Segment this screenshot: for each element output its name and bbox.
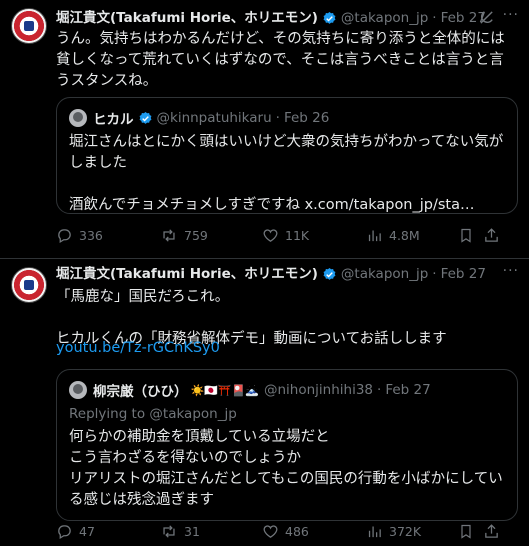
like-icon	[263, 525, 278, 538]
quoted-timestamp: Feb 27	[385, 382, 431, 398]
avatar[interactable]	[11, 8, 47, 44]
tweet-link[interactable]: youtu.be/Tz-rGCnKSy0	[56, 338, 518, 359]
quoted-author-handle: @kinnpatuhikaru	[156, 110, 272, 126]
more-icon[interactable]: ···	[503, 263, 519, 279]
action-bar: 47 31 486 372K	[56, 523, 518, 541]
separator: ·	[377, 382, 382, 398]
share-icon[interactable]	[483, 227, 500, 244]
author-handle[interactable]: @takapon_jp	[341, 9, 428, 27]
views-button[interactable]: 4.8M	[366, 227, 420, 244]
views-icon	[368, 230, 381, 242]
tweet-text: うん。気持ちはわかるんだけど、その気持ちに寄り添うと全体的には貧しくなって荒れて…	[56, 31, 505, 89]
quoted-tweet[interactable]: 柳宗厳（ひひ） ☀️🇯🇵⛩️🎴🗻 @nihonjinhihi38 · Feb 2…	[56, 369, 518, 521]
like-button[interactable]: 11K	[262, 227, 309, 244]
repost-count: 31	[184, 524, 200, 539]
quoted-avatar	[69, 109, 87, 127]
reply-button[interactable]: 47	[56, 523, 95, 540]
separator: ·	[432, 10, 437, 26]
action-bar: 336 759 11K 4.8M	[56, 227, 518, 245]
view-count: 372K	[389, 524, 422, 539]
quoted-timestamp: Feb 26	[283, 110, 330, 126]
quoted-text: 何らかの補助金を頂戴している立場だと こう言わざるを得ないのでしょうか リアリス…	[69, 429, 503, 508]
reply-count: 47	[79, 524, 95, 539]
bookmark-icon[interactable]	[458, 227, 474, 244]
timestamp[interactable]: Feb 27	[441, 265, 486, 283]
author-name[interactable]: 堀江貴文(Takafumi Horie、ホリエモン)	[56, 265, 318, 283]
quoted-text: 堀江さんはとにかく頭はいいけど大衆の気持ちがわかってない気がしました 酒飲んでチ…	[69, 134, 504, 213]
repost-button[interactable]: 759	[160, 227, 208, 244]
separator: ·	[275, 110, 280, 126]
reply-icon	[58, 229, 71, 244]
reply-count: 336	[79, 228, 103, 243]
verified-icon	[323, 267, 336, 280]
bookmark-icon[interactable]	[458, 523, 474, 540]
grok-icon[interactable]	[478, 9, 495, 26]
repost-count: 759	[184, 228, 208, 243]
quoted-tweet[interactable]: ヒカル @kinnpatuhikaru · Feb 26 堀江さんはとにかく頭は…	[56, 97, 518, 214]
repost-icon	[163, 525, 175, 538]
quoted-author-emojis: ☀️🇯🇵⛩️🎴🗻	[190, 383, 259, 397]
tweet-1[interactable]: 堀江貴文(Takafumi Horie、ホリエモン) @takapon_jp ·…	[0, 0, 529, 257]
like-count: 11K	[285, 228, 310, 243]
replying-to[interactable]: Replying to @takapon_jp	[69, 404, 509, 425]
views-icon	[368, 526, 381, 538]
quoted-author-name: 柳宗厳（ひひ）	[93, 384, 188, 400]
more-icon[interactable]: ···	[503, 7, 519, 23]
like-count: 486	[285, 524, 309, 539]
verified-icon	[139, 111, 151, 124]
quoted-author-name: ヒカル	[93, 112, 134, 128]
view-count: 4.8M	[389, 228, 420, 243]
separator: ·	[432, 266, 437, 282]
tweet-header: 堀江貴文(Takafumi Horie、ホリエモン) @takapon_jp ·…	[56, 9, 486, 27]
quoted-author-handle: @nihonjinhihi38	[263, 382, 374, 398]
tweet-header: 堀江貴文(Takafumi Horie、ホリエモン) @takapon_jp ·…	[56, 265, 486, 283]
views-button[interactable]: 372K	[366, 523, 421, 540]
quoted-header: ヒカル @kinnpatuhikaru · Feb 26	[69, 108, 329, 128]
quoted-avatar	[69, 381, 87, 399]
verified-icon	[323, 11, 336, 24]
tweet-2[interactable]: 堀江貴文(Takafumi Horie、ホリエモン) @takapon_jp ·…	[0, 259, 529, 546]
reply-icon	[58, 525, 71, 540]
reply-button[interactable]: 336	[56, 227, 103, 244]
repost-icon	[163, 229, 175, 242]
author-name[interactable]: 堀江貴文(Takafumi Horie、ホリエモン)	[56, 9, 318, 27]
avatar[interactable]	[11, 267, 47, 303]
repost-button[interactable]: 31	[160, 523, 200, 540]
share-icon[interactable]	[483, 523, 500, 540]
like-button[interactable]: 486	[262, 523, 309, 540]
quoted-header: 柳宗厳（ひひ） ☀️🇯🇵⛩️🎴🗻 @nihonjinhihi38 · Feb 2…	[69, 380, 431, 400]
author-handle[interactable]: @takapon_jp	[341, 265, 428, 283]
like-icon	[263, 229, 278, 242]
